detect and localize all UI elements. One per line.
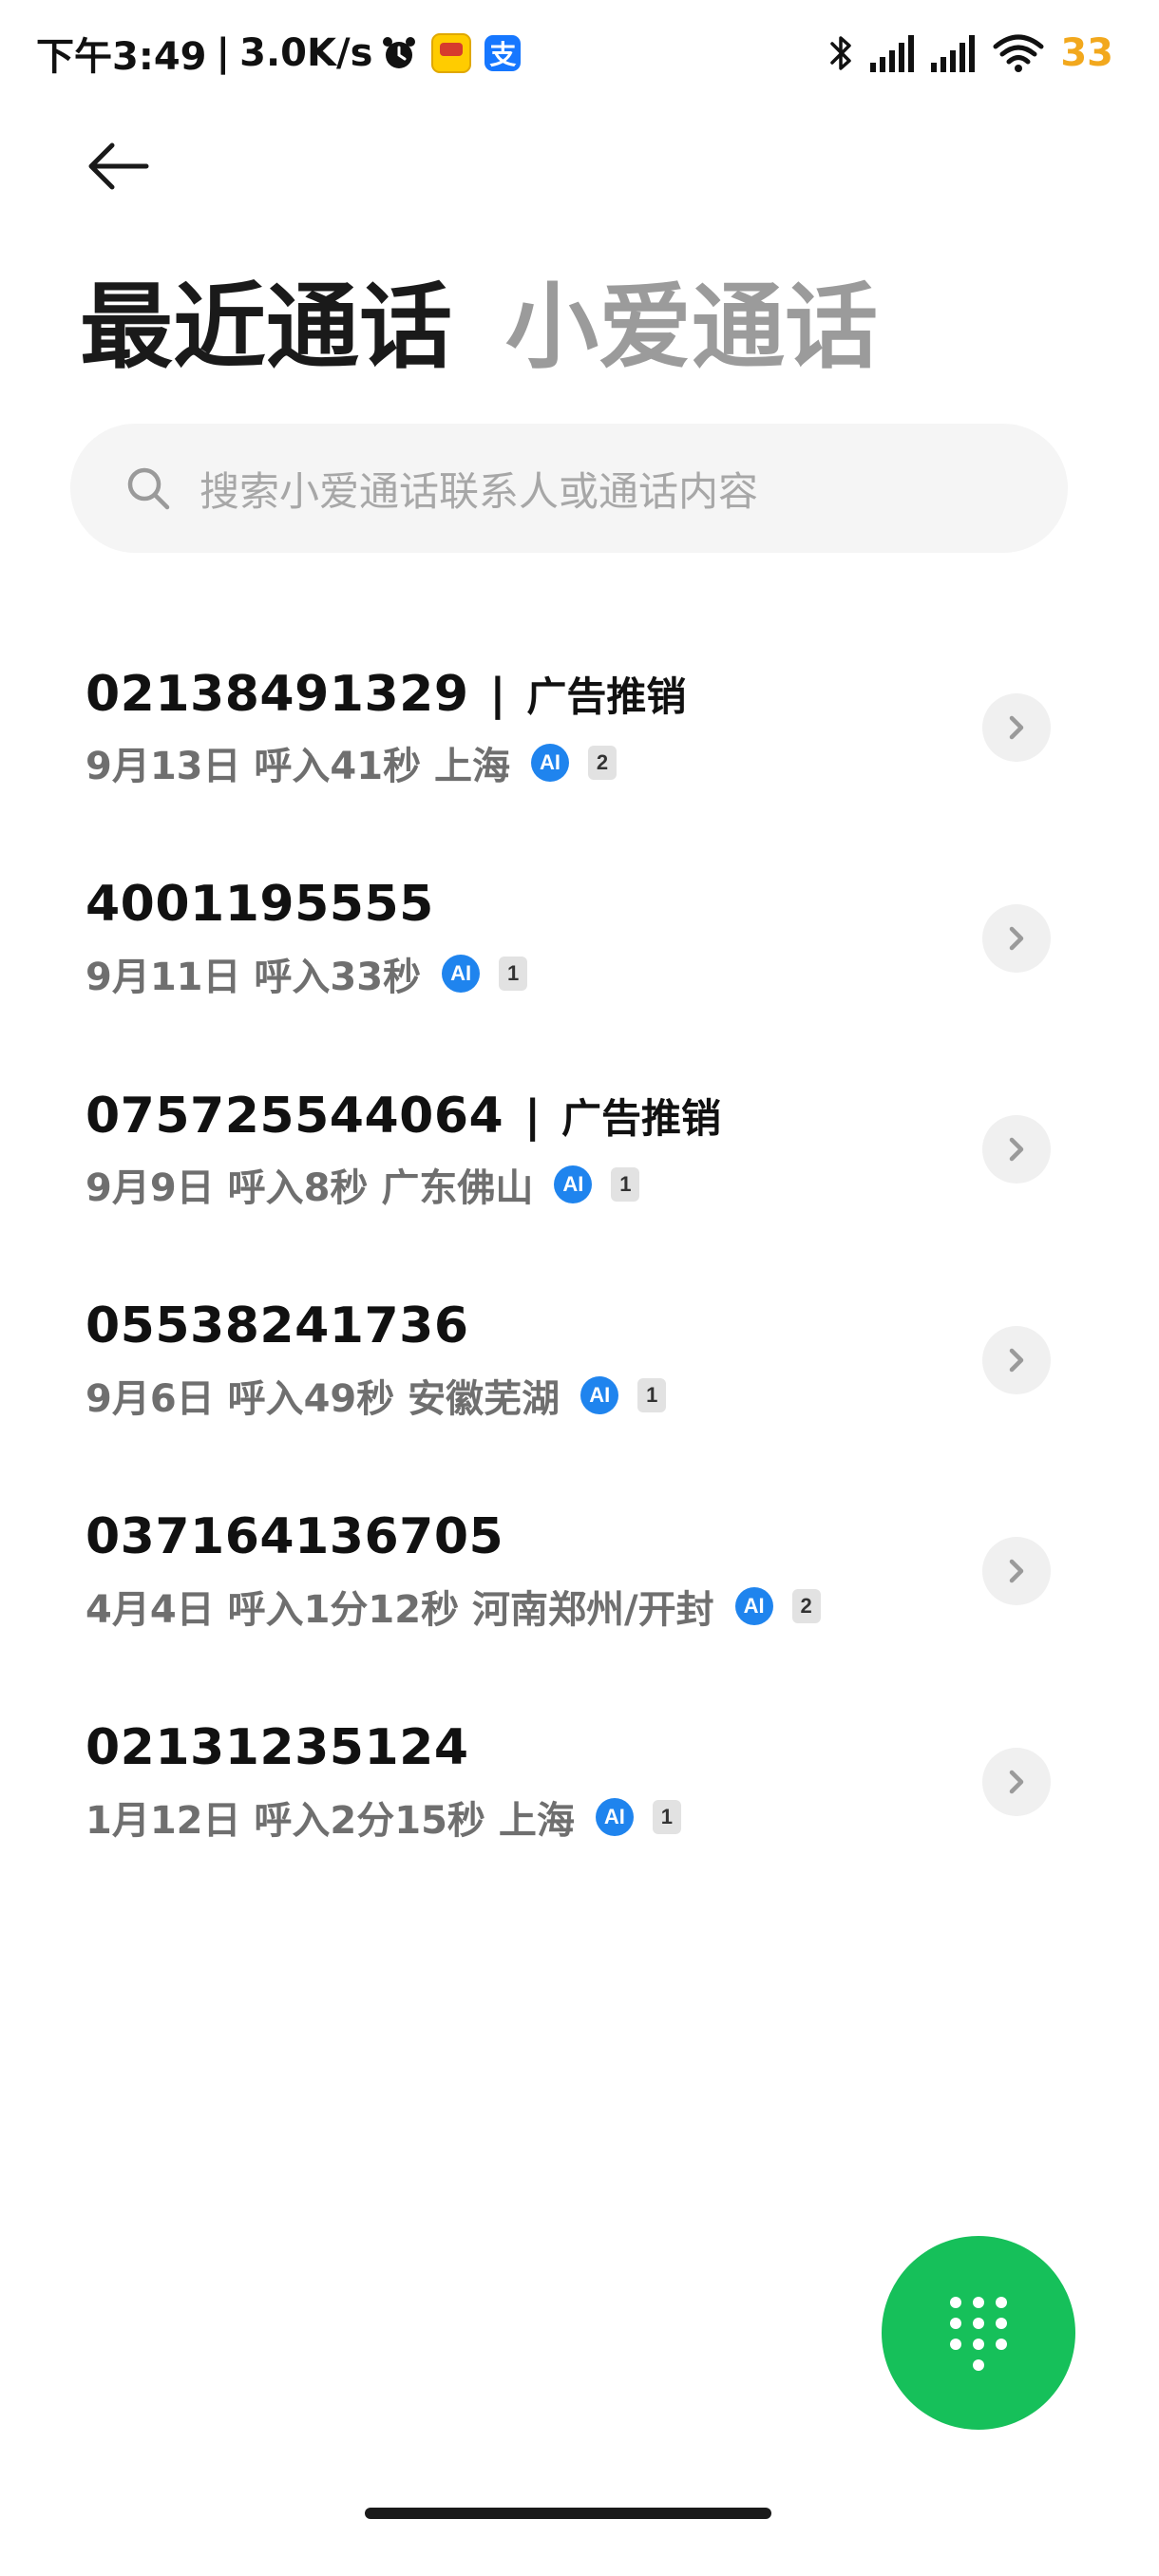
- call-tag: 广告推销: [526, 673, 687, 720]
- call-number: 02131235124: [86, 1719, 469, 1776]
- call-subtitle: 9月6日 呼入49秒 安徽芜湖 AI 1: [86, 1368, 667, 1423]
- status-left: 下午3:49 | 3.0K/s 支: [36, 25, 522, 82]
- call-subtitle: 9月9日 呼入8秒 广东佛山 AI 1: [86, 1157, 640, 1212]
- ai-badge: AI: [554, 1165, 593, 1203]
- ai-badge: AI: [595, 1798, 634, 1836]
- alipay-icon: 支: [484, 35, 522, 71]
- call-title: 037164136705: [86, 1508, 504, 1565]
- call-list-item[interactable]: 02138491329 | 广告推销 9月13日 呼入41秒 上海 AI 2: [0, 646, 1159, 857]
- call-list-item[interactable]: 075725544064 | 广告推销 9月9日 呼入8秒 广东佛山 AI 1: [0, 1068, 1159, 1279]
- ai-badge: AI: [442, 955, 481, 993]
- call-number: 05538241736: [86, 1297, 469, 1354]
- call-list-item[interactable]: 05538241736 9月6日 呼入49秒 安徽芜湖 AI 1: [0, 1279, 1159, 1489]
- ai-badge: AI: [734, 1587, 773, 1625]
- ai-badge: AI: [531, 744, 570, 782]
- call-count-badge: 2: [791, 1589, 821, 1623]
- call-meta: 4月4日 呼入1分12秒 河南郑州/开封: [86, 1588, 714, 1632]
- call-meta: 9月13日 呼入41秒 上海: [86, 745, 511, 788]
- home-indicator[interactable]: [365, 2508, 771, 2519]
- status-time: 下午3:49: [36, 35, 207, 79]
- call-meta: 9月6日 呼入49秒 安徽芜湖: [86, 1377, 560, 1421]
- call-detail-button[interactable]: [982, 1326, 1051, 1394]
- status-bar: 下午3:49 | 3.0K/s 支 33: [0, 0, 1159, 104]
- call-divider: |: [489, 668, 506, 720]
- call-list-item[interactable]: 02131235124 1月12日 呼入2分15秒 上海 AI 1: [0, 1700, 1159, 1911]
- call-subtitle: 9月11日 呼入33秒 AI 1: [86, 946, 528, 1001]
- call-count-badge: 1: [499, 957, 528, 991]
- call-divider: |: [524, 1089, 541, 1142]
- battery-level: 33: [1060, 31, 1113, 75]
- call-title: 05538241736: [86, 1297, 469, 1354]
- tab-recent-calls[interactable]: 最近通话: [80, 271, 452, 385]
- dialpad-button[interactable]: [882, 2236, 1075, 2430]
- chevron-right-icon: [1009, 1348, 1024, 1373]
- call-number: 4001195555: [86, 876, 434, 933]
- search-icon: [127, 467, 170, 510]
- ai-badge: AI: [580, 1376, 619, 1414]
- call-tag: 广告推销: [561, 1095, 722, 1142]
- signal-icon: [870, 35, 915, 72]
- call-meta: 1月12日 呼入2分15秒 上海: [86, 1799, 575, 1843]
- app-notification-icon: [431, 33, 472, 73]
- search-input[interactable]: 搜索小爱通话联系人或通话内容: [70, 424, 1068, 553]
- call-detail-button[interactable]: [982, 1537, 1051, 1605]
- call-list: 02138491329 | 广告推销 9月13日 呼入41秒 上海 AI 2 4…: [0, 646, 1159, 1911]
- call-subtitle: 9月13日 呼入41秒 上海 AI 2: [86, 735, 618, 790]
- call-count-badge: 2: [588, 746, 618, 780]
- call-title: 4001195555: [86, 876, 434, 933]
- tab-xiaoai-calls[interactable]: 小爱通话: [505, 271, 878, 385]
- call-list-item[interactable]: 037164136705 4月4日 呼入1分12秒 河南郑州/开封 AI 2: [0, 1489, 1159, 1700]
- call-subtitle: 1月12日 呼入2分15秒 上海 AI 1: [86, 1790, 681, 1845]
- chevron-right-icon: [1009, 1770, 1024, 1794]
- chevron-right-icon: [1009, 715, 1024, 740]
- wifi-icon: [993, 34, 1044, 72]
- status-right: 33: [813, 27, 1113, 80]
- call-list-item[interactable]: 4001195555 9月11日 呼入33秒 AI 1: [0, 857, 1159, 1068]
- call-title: 02131235124: [86, 1719, 469, 1776]
- network-speed: 3.0K/s: [239, 31, 373, 75]
- call-meta: 9月11日 呼入33秒: [86, 956, 422, 999]
- alarm-icon: [383, 37, 416, 68]
- call-detail-button[interactable]: [982, 693, 1051, 762]
- bluetooth-icon: [830, 36, 852, 70]
- call-number: 037164136705: [86, 1508, 504, 1565]
- dialpad-icon: [950, 2297, 1007, 2371]
- chevron-right-icon: [1009, 1137, 1024, 1162]
- arrow-left-icon: [88, 142, 149, 190]
- search-placeholder: 搜索小爱通话联系人或通话内容: [200, 467, 759, 515]
- call-title: 02138491329 | 广告推销: [86, 665, 686, 723]
- back-button[interactable]: [80, 133, 156, 199]
- header-tabs: 最近通话 小爱通话: [80, 271, 931, 385]
- call-number: 02138491329: [86, 665, 469, 723]
- chevron-right-icon: [1009, 1559, 1024, 1583]
- call-count-badge: 1: [637, 1378, 667, 1412]
- call-number: 075725544064: [86, 1087, 504, 1145]
- chevron-right-icon: [1009, 926, 1024, 951]
- status-separator: |: [216, 31, 231, 75]
- signal-icon-2: [931, 35, 976, 72]
- call-meta: 9月9日 呼入8秒 广东佛山: [86, 1166, 534, 1210]
- call-detail-button[interactable]: [982, 1748, 1051, 1816]
- call-detail-button[interactable]: [982, 1115, 1051, 1184]
- call-subtitle: 4月4日 呼入1分12秒 河南郑州/开封 AI 2: [86, 1579, 821, 1634]
- call-detail-button[interactable]: [982, 904, 1051, 973]
- call-count-badge: 1: [611, 1167, 640, 1202]
- call-count-badge: 1: [652, 1800, 681, 1834]
- call-title: 075725544064 | 广告推销: [86, 1087, 721, 1145]
